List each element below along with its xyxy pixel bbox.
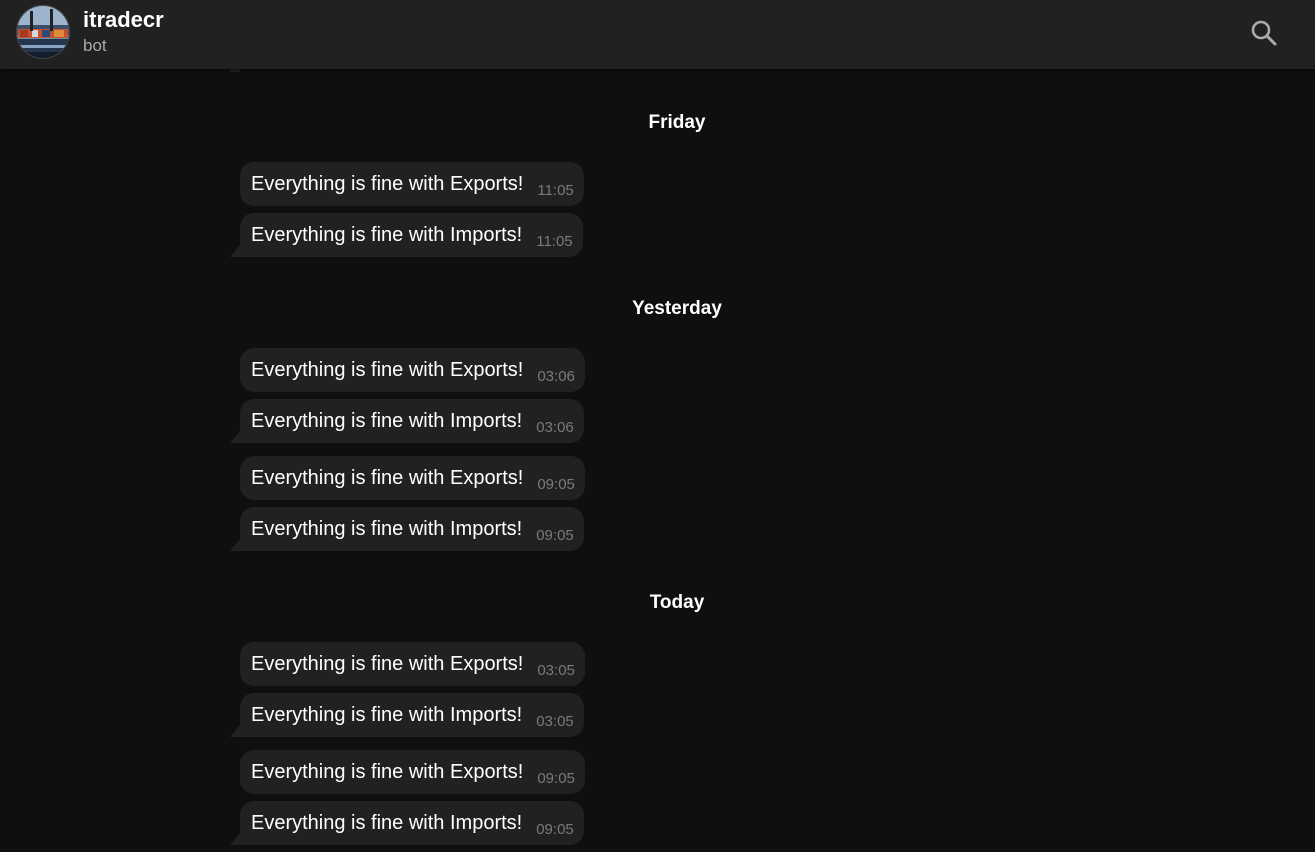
chat-subtitle: bot — [83, 36, 107, 55]
message-time: 11:05 — [536, 233, 573, 250]
message-bubble[interactable]: Everything is fine with Exports! 03:06 — [240, 348, 585, 392]
message-time: 09:05 — [536, 821, 574, 838]
search-icon — [1251, 20, 1277, 46]
date-separator-today: Today — [640, 587, 714, 619]
message-time: 09:05 — [537, 770, 575, 787]
message-bubble[interactable]: Everything is fine with Exports! 09:05 — [240, 456, 585, 500]
message-text: Everything is fine with Exports! — [251, 359, 524, 381]
message-bubble[interactable]: Everything is fine with Imports! 11:05 — [240, 213, 583, 257]
avatar[interactable] — [16, 5, 70, 59]
search-button[interactable] — [1244, 14, 1284, 54]
message-text: Everything is fine with Imports! — [251, 224, 523, 246]
message-bubble[interactable]: Everything is fine with Exports! 03:05 — [240, 642, 585, 686]
chat-header: itradecr bot — [0, 0, 1315, 69]
date-separator-yesterday: Yesterday — [623, 293, 731, 325]
message-list[interactable]: Friday Everything is fine with Exports! 1… — [0, 69, 1315, 852]
message-time: 03:05 — [537, 662, 575, 679]
message-text: Everything is fine with Exports! — [251, 467, 524, 489]
avatar-image — [16, 5, 70, 59]
message-time: 09:05 — [536, 527, 574, 544]
message-bubble[interactable]: Everything is fine with Exports! 09:05 — [240, 750, 585, 794]
message-time: 09:05 — [537, 476, 575, 493]
message-text: Everything is fine with Exports! — [251, 653, 524, 675]
message-bubble[interactable]: Everything is fine with Imports! 09:05 — [240, 507, 584, 551]
message-bubble[interactable]: Everything is fine with Imports! 03:06 — [240, 399, 584, 443]
message-text: Everything is fine with Imports! — [251, 812, 523, 834]
message-time: 11:05 — [537, 182, 574, 199]
previous-message-edge — [230, 69, 240, 72]
message-bubble[interactable]: Everything is fine with Imports! 09:05 — [240, 801, 584, 845]
message-text: Everything is fine with Exports! — [251, 761, 524, 783]
message-text: Everything is fine with Imports! — [251, 518, 523, 540]
date-separator-friday: Friday — [639, 107, 715, 139]
chat-title[interactable]: itradecr — [83, 7, 164, 33]
message-bubble[interactable]: Everything is fine with Imports! 03:05 — [240, 693, 584, 737]
message-text: Everything is fine with Imports! — [251, 704, 523, 726]
message-time: 03:05 — [536, 713, 574, 730]
message-text: Everything is fine with Imports! — [251, 410, 523, 432]
message-bubble[interactable]: Everything is fine with Exports! 11:05 — [240, 162, 584, 206]
message-time: 03:06 — [536, 419, 574, 436]
message-text: Everything is fine with Exports! — [251, 173, 524, 195]
message-time: 03:06 — [537, 368, 575, 385]
